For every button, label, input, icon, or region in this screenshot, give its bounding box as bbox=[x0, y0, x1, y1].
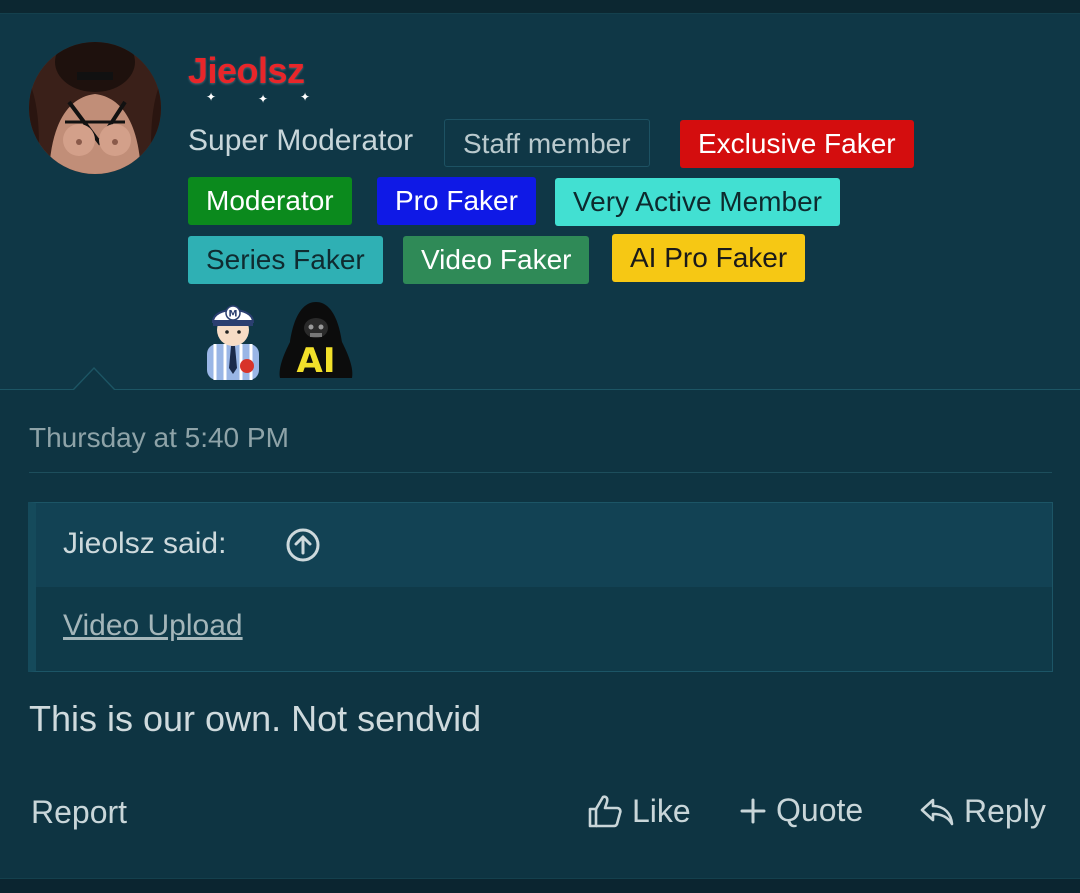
timestamp-divider bbox=[29, 472, 1052, 473]
report-button[interactable]: Report bbox=[31, 794, 127, 831]
like-label: Like bbox=[632, 792, 691, 829]
badge-moderator: Moderator bbox=[188, 177, 352, 225]
quote-author: Jieolsz said: bbox=[63, 527, 227, 560]
badge-staff-member: Staff member bbox=[444, 119, 650, 167]
jump-to-quote-icon[interactable] bbox=[285, 527, 321, 563]
user-title: Super Moderator bbox=[188, 124, 414, 157]
reply-button[interactable]: Reply bbox=[918, 792, 1046, 830]
ai-hooded-trophy-icon[interactable]: AI bbox=[276, 298, 356, 382]
post-body: This is our own. Not sendvid bbox=[29, 698, 482, 739]
user-info-block: Jieolsz ✦ ✦ ✦ Super Moderator Staff memb… bbox=[0, 14, 1080, 390]
bottom-divider bbox=[0, 878, 1080, 893]
badge-exclusive-faker: Exclusive Faker bbox=[680, 120, 914, 168]
svg-text:AI: AI bbox=[297, 341, 336, 381]
sparkle-icon: ✦ bbox=[300, 90, 311, 104]
moderator-trophy-icon[interactable]: M bbox=[193, 298, 273, 382]
post-timestamp[interactable]: Thursday at 5:40 PM bbox=[29, 422, 289, 454]
user-avatar[interactable] bbox=[29, 42, 161, 174]
thumbs-up-icon bbox=[586, 792, 624, 830]
quote-block: Jieolsz said: Video Upload bbox=[28, 502, 1053, 672]
forum-post-page: Jieolsz ✦ ✦ ✦ Super Moderator Staff memb… bbox=[0, 0, 1080, 893]
badge-series-faker: Series Faker bbox=[188, 236, 383, 284]
video-upload-link[interactable]: Video Upload bbox=[63, 609, 243, 643]
svg-text:M: M bbox=[229, 310, 238, 320]
sparkle-icon: ✦ bbox=[206, 90, 217, 104]
pointer-arrow bbox=[73, 367, 115, 390]
message-post: Jieolsz ✦ ✦ ✦ Super Moderator Staff memb… bbox=[0, 14, 1080, 878]
quote-label: Quote bbox=[776, 792, 864, 828]
reply-label: Reply bbox=[964, 792, 1046, 829]
quote-button[interactable]: Quote bbox=[738, 792, 863, 829]
plus-icon bbox=[738, 796, 768, 826]
badge-very-active-member: Very Active Member bbox=[555, 178, 840, 226]
quote-header: Jieolsz said: bbox=[36, 503, 1052, 587]
reply-arrow-icon bbox=[918, 792, 956, 830]
username[interactable]: Jieolsz bbox=[188, 50, 305, 92]
badge-ai-pro-faker: AI Pro Faker bbox=[612, 234, 806, 282]
like-button[interactable]: Like bbox=[586, 792, 691, 830]
badge-pro-faker: Pro Faker bbox=[377, 177, 536, 225]
sparkle-icon: ✦ bbox=[258, 92, 269, 106]
badge-video-faker: Video Faker bbox=[403, 236, 590, 284]
top-divider bbox=[0, 0, 1080, 14]
